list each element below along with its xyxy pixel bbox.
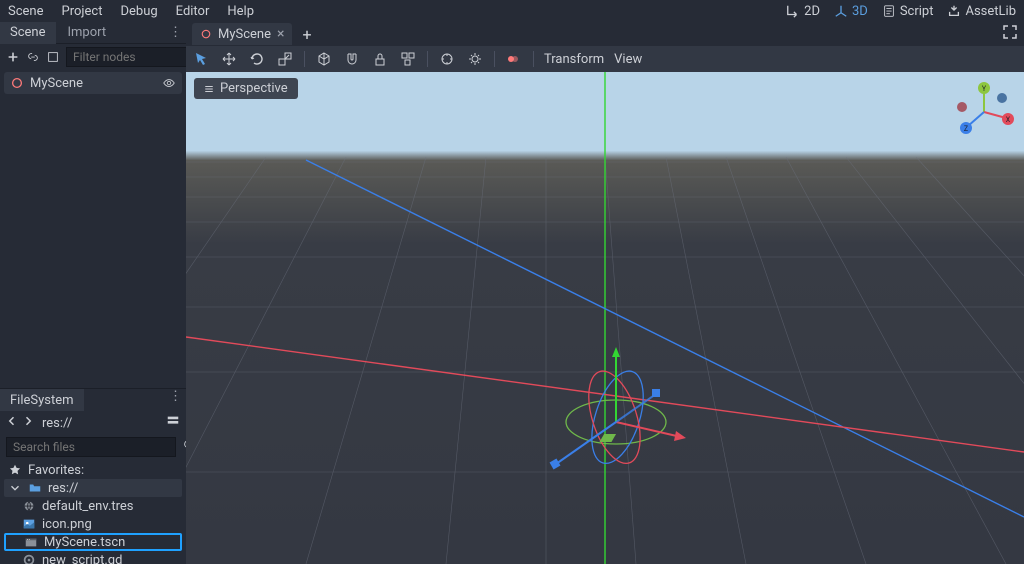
spatial-node-icon: [10, 76, 24, 90]
group-tool[interactable]: [399, 50, 417, 68]
instance-scene-button[interactable]: [26, 49, 40, 65]
image-file-icon: [22, 517, 36, 531]
3d-viewport[interactable]: Perspective: [186, 72, 1024, 564]
axis-z-label: Z: [964, 125, 968, 133]
fs-file-default-env[interactable]: default_env.tres: [4, 497, 182, 515]
hamburger-icon: [204, 84, 214, 94]
rotate-tool[interactable]: [248, 50, 266, 68]
mode-script-label: Script: [900, 4, 934, 19]
scale-tool[interactable]: [276, 50, 294, 68]
plus-icon: [6, 50, 20, 64]
scene-dock-tabs: Scene Import ⋮: [0, 22, 186, 44]
menu-debug[interactable]: Debug: [120, 4, 157, 19]
mode-2d-label: 2D: [804, 4, 820, 19]
select-tool[interactable]: [192, 50, 210, 68]
lock-icon: [372, 51, 388, 67]
scale-icon: [277, 51, 293, 67]
fs-file-label: icon.png: [42, 517, 92, 532]
mode-2d-button[interactable]: 2D: [786, 4, 820, 19]
fs-search-input[interactable]: [6, 437, 176, 457]
magnet-icon: [344, 51, 360, 67]
expand-viewport-button[interactable]: [1002, 24, 1018, 44]
list-view-icon: [166, 414, 180, 428]
menu-help[interactable]: Help: [227, 4, 254, 19]
lock-tool[interactable]: [371, 50, 389, 68]
axis-gizmo[interactable]: Y X Z: [954, 82, 1014, 142]
move-icon: [221, 51, 237, 67]
visibility-icon[interactable]: [162, 76, 176, 90]
star-icon: [8, 463, 22, 477]
fs-res-root[interactable]: res://: [4, 479, 182, 497]
assetlib-icon: [947, 4, 961, 18]
animation-tool[interactable]: [505, 50, 523, 68]
menu-project[interactable]: Project: [62, 4, 103, 19]
anim-icon: [506, 51, 522, 67]
fs-file-label: MyScene.tscn: [44, 535, 125, 550]
mode-assetlib-button[interactable]: AssetLib: [947, 4, 1016, 19]
scene-file-icon: [24, 535, 38, 549]
move-tool[interactable]: [220, 50, 238, 68]
rotate-icon: [249, 51, 265, 67]
tab-import[interactable]: Import: [58, 22, 117, 44]
group-icon: [400, 51, 416, 67]
fs-path-field[interactable]: res://: [38, 416, 162, 431]
fs-favorites-label: Favorites:: [28, 463, 84, 478]
axis-x-label: X: [1006, 116, 1011, 124]
editor-tab-label: MyScene: [218, 27, 271, 42]
camera-override-tool[interactable]: [438, 50, 456, 68]
fs-file-label: new_script.gd: [42, 553, 122, 564]
perspective-label: Perspective: [220, 81, 288, 96]
local-toggle[interactable]: [315, 50, 333, 68]
cursor-icon: [193, 51, 209, 67]
mode-script-button[interactable]: Script: [882, 4, 934, 19]
gear-icon: [22, 553, 36, 564]
sun-icon: [467, 51, 483, 67]
attach-script-button[interactable]: [46, 49, 60, 65]
chevron-left-icon: [6, 415, 18, 427]
mode-3d-button[interactable]: 3D: [834, 4, 868, 19]
fs-view-mode-button[interactable]: [166, 414, 180, 432]
tab-filesystem[interactable]: FileSystem: [0, 389, 84, 411]
snap-toggle[interactable]: [343, 50, 361, 68]
close-tab-button[interactable]: ×: [277, 26, 284, 42]
menu-scene[interactable]: Scene: [8, 4, 44, 19]
mode-3d-icon: [834, 4, 848, 18]
add-tab-button[interactable]: +: [298, 25, 315, 44]
folder-icon: [28, 481, 42, 495]
fs-file-icon-png[interactable]: icon.png: [4, 515, 182, 533]
fs-res-label: res://: [48, 481, 78, 496]
editor-scene-tab[interactable]: MyScene ×: [192, 23, 292, 45]
transform-menu[interactable]: Transform: [544, 52, 604, 67]
camera-icon: [439, 51, 455, 67]
perspective-button[interactable]: Perspective: [194, 78, 298, 99]
chevron-right-icon: [22, 415, 34, 427]
cube-icon: [316, 51, 332, 67]
scene-root-label: MyScene: [30, 76, 83, 91]
dock-more-icon[interactable]: ⋮: [165, 25, 186, 40]
add-node-button[interactable]: [6, 49, 20, 65]
expand-icon: [1002, 24, 1018, 40]
script-small-icon: [46, 50, 60, 64]
preview-sun-tool[interactable]: [466, 50, 484, 68]
fs-file-new-script[interactable]: new_script.gd: [4, 551, 182, 564]
fs-back-button[interactable]: [6, 415, 18, 431]
script-icon: [882, 4, 896, 18]
scene-root-node[interactable]: MyScene: [4, 72, 182, 94]
link-icon: [26, 50, 40, 64]
mode-2d-icon: [786, 4, 800, 18]
fs-file-label: default_env.tres: [42, 499, 134, 514]
fs-file-myscene[interactable]: MyScene.tscn: [4, 533, 182, 551]
menu-editor[interactable]: Editor: [176, 4, 210, 19]
mode-assetlib-label: AssetLib: [965, 4, 1016, 19]
fs-forward-button[interactable]: [22, 415, 34, 431]
tab-scene[interactable]: Scene: [0, 22, 56, 44]
env-file-icon: [22, 499, 36, 513]
view-menu[interactable]: View: [614, 52, 642, 67]
chevron-down-icon[interactable]: [8, 481, 22, 495]
fs-favorites[interactable]: Favorites:: [4, 461, 182, 479]
spatial-node-icon: [200, 28, 212, 40]
fs-dock-more-icon[interactable]: ⋮: [165, 389, 186, 411]
top-menubar: Scene Project Debug Editor Help 2D 3D Sc…: [0, 0, 1024, 22]
mode-3d-label: 3D: [852, 4, 868, 19]
